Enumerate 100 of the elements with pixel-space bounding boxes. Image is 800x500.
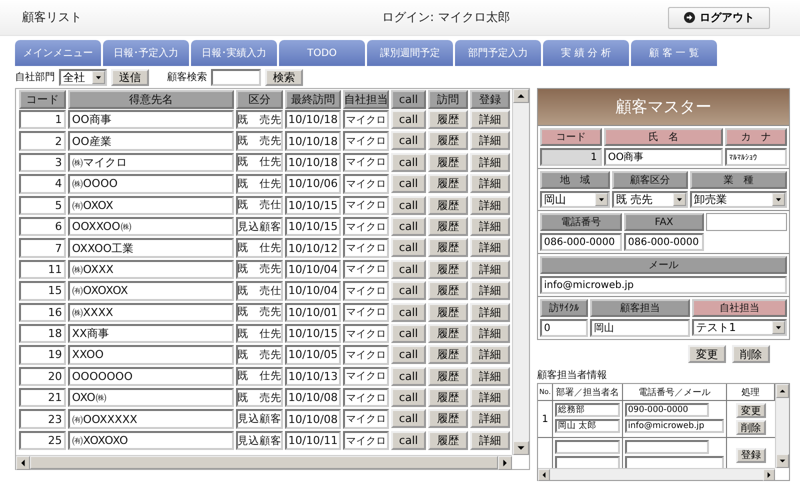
table-cell: マイクロ — [343, 388, 389, 408]
action-button[interactable]: 変更 — [688, 345, 726, 363]
field-label: 業 種 — [690, 171, 787, 189]
call-button[interactable]: call — [391, 409, 426, 428]
table-cell: マイクロ — [343, 366, 389, 386]
column-header: 訪問 — [428, 90, 468, 109]
detail-button[interactable]: 詳細 — [470, 152, 510, 172]
table-cell: ㈱OOOO — [68, 174, 234, 194]
history-button[interactable]: 履歴 — [428, 110, 468, 129]
history-button[interactable]: 履歴 — [428, 409, 468, 428]
input-field[interactable]: OO商事 — [604, 148, 723, 166]
history-button[interactable]: 履歴 — [428, 152, 468, 172]
table-cell: XX商事 — [68, 324, 234, 344]
history-button[interactable]: 履歴 — [428, 281, 468, 300]
history-button[interactable]: 履歴 — [428, 131, 468, 150]
detail-button[interactable]: 詳細 — [470, 345, 510, 364]
history-button[interactable]: 履歴 — [428, 388, 468, 408]
detail-button[interactable]: 詳細 — [470, 324, 510, 343]
history-button[interactable]: 履歴 — [428, 324, 468, 343]
detail-button[interactable]: 詳細 — [470, 388, 510, 408]
detail-button[interactable]: 詳細 — [470, 174, 510, 194]
detail-button[interactable]: 詳細 — [470, 238, 510, 258]
table-cell: 4 — [19, 174, 66, 194]
detail-button[interactable]: 詳細 — [470, 302, 510, 322]
call-button[interactable]: call — [391, 366, 426, 386]
call-button[interactable]: call — [391, 196, 426, 215]
table-cell: 18 — [19, 324, 66, 344]
call-button[interactable]: call — [391, 430, 426, 450]
dropdown-select[interactable]: 岡山 — [540, 191, 610, 208]
field-label: コード — [540, 128, 602, 146]
table-cell: 既 売先 — [236, 302, 283, 322]
dept-select[interactable]: 全社 — [59, 68, 107, 86]
detail-button[interactable]: 詳細 — [470, 131, 510, 150]
column-header: コード — [19, 90, 66, 109]
input-field[interactable]: info@microweb.jp — [625, 419, 724, 433]
table-cell: 3 — [19, 152, 66, 172]
history-button[interactable]: 履歴 — [428, 430, 468, 450]
call-button[interactable]: call — [391, 324, 426, 343]
action-button[interactable]: 登録 — [736, 448, 766, 462]
table-cell: 見込顧客 — [236, 430, 283, 450]
detail-button[interactable]: 詳細 — [470, 196, 510, 215]
history-button[interactable]: 履歴 — [428, 366, 468, 386]
section-title: 顧客担当者情報 — [537, 368, 608, 382]
call-button[interactable]: call — [391, 131, 426, 150]
input-field[interactable]: 岡山 — [590, 319, 690, 337]
input-field[interactable]: 0 — [540, 319, 588, 337]
table-cell: マイクロ — [343, 131, 389, 151]
input-field[interactable]: 086-000-0000 — [540, 233, 622, 251]
table-cell: XXOO — [68, 345, 234, 365]
action-button[interactable]: 変更 — [736, 403, 766, 418]
history-button[interactable]: 履歴 — [428, 302, 468, 322]
history-button[interactable]: 履歴 — [428, 238, 468, 258]
logout-button[interactable]: ログアウト — [668, 6, 770, 28]
call-button[interactable]: call — [391, 152, 426, 172]
input-field[interactable]: 総務部 — [555, 403, 620, 417]
history-button[interactable]: 履歴 — [428, 345, 468, 364]
history-button[interactable]: 履歴 — [428, 216, 468, 236]
table-cell: ㈲OXOX — [68, 196, 234, 215]
table-cell: 10/10/18 — [285, 110, 341, 130]
dropdown-select[interactable]: テスト1 — [692, 319, 787, 336]
call-button[interactable]: call — [391, 174, 426, 194]
call-button[interactable]: call — [391, 388, 426, 408]
dept-label: 自社部門 — [15, 70, 55, 84]
call-button[interactable]: call — [391, 302, 426, 322]
call-button[interactable]: call — [391, 345, 426, 364]
detail-button[interactable]: 詳細 — [470, 216, 510, 236]
action-button[interactable]: 削除 — [736, 420, 766, 435]
table-cell: 21 — [19, 388, 66, 408]
history-button[interactable]: 履歴 — [428, 260, 468, 279]
detail-button[interactable]: 詳細 — [470, 110, 510, 129]
table-cell: 10/10/12 — [285, 238, 341, 258]
detail-button[interactable]: 詳細 — [470, 281, 510, 300]
call-button[interactable]: call — [391, 110, 426, 129]
table-cell: マイクロ — [343, 302, 389, 322]
detail-button[interactable]: 詳細 — [470, 366, 510, 386]
detail-button[interactable]: 詳細 — [470, 260, 510, 279]
call-button[interactable]: call — [391, 238, 426, 258]
input-field[interactable]: 086-000-0000 — [624, 233, 704, 251]
table-cell: ㈲OOXXXXX — [68, 409, 234, 429]
detail-button[interactable]: 詳細 — [470, 430, 510, 450]
table-cell: マイクロ — [343, 216, 389, 236]
call-button[interactable]: call — [391, 260, 426, 279]
table-cell: 11 — [19, 260, 66, 280]
call-button[interactable]: call — [391, 281, 426, 300]
history-button[interactable]: 履歴 — [428, 196, 468, 215]
table-cell: 25 — [19, 430, 66, 450]
input-field[interactable]: 岡山 太郎 — [555, 419, 620, 433]
table-cell: 10/10/15 — [285, 196, 341, 215]
history-button[interactable]: 履歴 — [428, 174, 468, 194]
dropdown-select[interactable]: 既 売先 — [612, 191, 688, 208]
action-button[interactable]: 削除 — [732, 345, 770, 363]
send-button[interactable]: 送信 — [111, 68, 149, 86]
input-field[interactable]: 090-000-0000 — [625, 403, 710, 417]
detail-button[interactable]: 詳細 — [470, 409, 510, 428]
call-button[interactable]: call — [391, 216, 426, 236]
input-field[interactable]: info@microweb.jp — [540, 276, 787, 294]
input-field[interactable]: ﾏﾙﾏﾙｼｮｳ — [725, 148, 787, 166]
table-cell: マイクロ — [343, 152, 389, 172]
search-button[interactable]: 検索 — [265, 68, 303, 86]
dropdown-select[interactable]: 卸売業 — [690, 191, 787, 208]
